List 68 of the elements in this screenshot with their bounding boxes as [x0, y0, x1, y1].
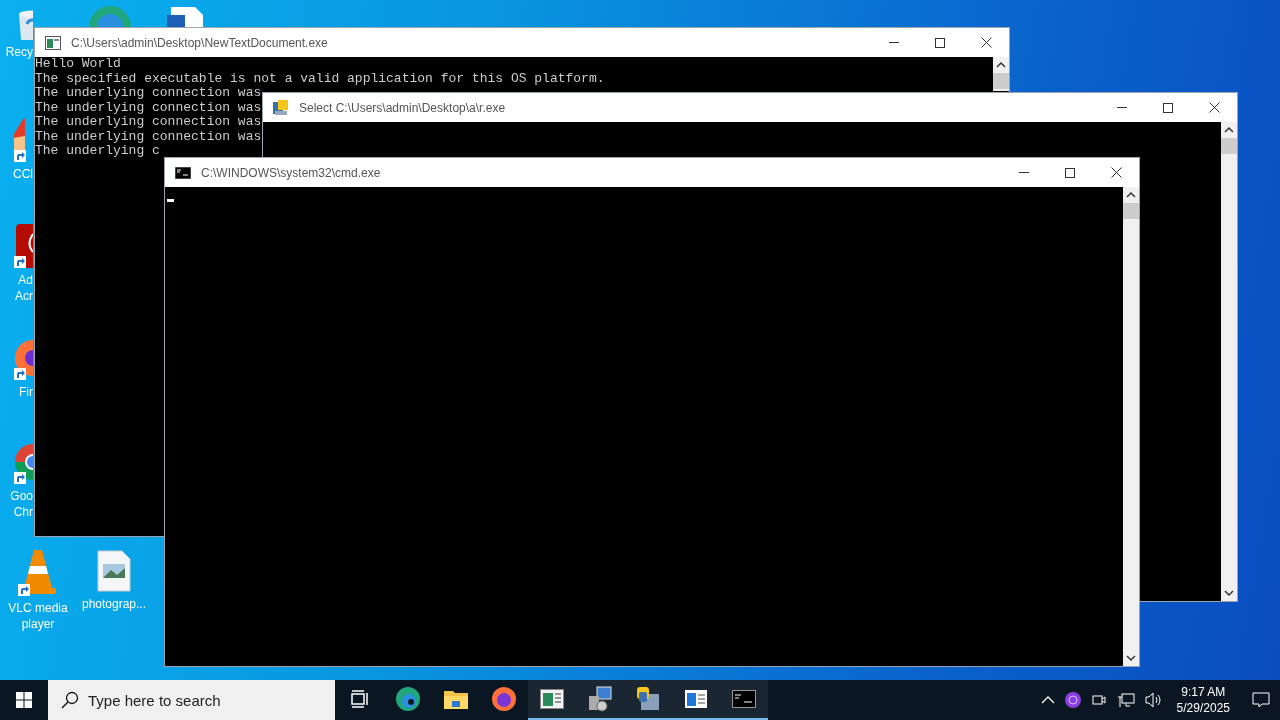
window-icon [685, 690, 707, 708]
window-app-icon [540, 689, 564, 709]
command-prompt-icon [732, 690, 756, 708]
desktop-icon-label[interactable]: Ad [18, 272, 33, 288]
shortcut-arrow-icon [14, 256, 26, 268]
maximize-icon [1065, 167, 1075, 178]
maximize-icon [1163, 102, 1173, 113]
console-line: The specified executable is not a valid application for this OS platform. [35, 71, 605, 86]
scrollbar[interactable] [1221, 122, 1237, 601]
image-file-icon[interactable] [97, 550, 131, 592]
scroll-thumb[interactable] [993, 73, 1009, 89]
scrollbar[interactable] [1123, 187, 1139, 666]
tray-app-icon[interactable] [1064, 692, 1081, 708]
window-app-icon [45, 35, 61, 50]
volume-icon[interactable] [1144, 692, 1163, 708]
minimize-icon [889, 42, 899, 43]
window-title: Select C:\Users\admin\Desktop\a\r.exe [299, 99, 506, 117]
taskbar-app-button[interactable] [528, 680, 576, 720]
desktop-icon-label[interactable]: Acr [15, 288, 33, 304]
firefox-icon [491, 686, 517, 712]
console-line: The underlying connection was [35, 86, 262, 101]
python-script-icon [635, 686, 661, 712]
desktop-icon-label[interactable]: Chr [13, 504, 33, 520]
window-title: C:\WINDOWS\system32\cmd.exe [201, 164, 381, 182]
chevron-up-icon[interactable] [1040, 696, 1055, 704]
desktop-icon-label[interactable]: photograp... [81, 596, 147, 612]
desktop-icon-label[interactable]: player [21, 616, 55, 632]
python-script-icon [273, 99, 289, 116]
windows-logo-icon [16, 692, 32, 708]
command-prompt-icon [175, 166, 191, 179]
installer-icon [587, 686, 613, 712]
console-line: The underlying connection was [35, 100, 262, 115]
console-line: The underlying connection was [35, 115, 262, 130]
minimize-icon [1019, 172, 1029, 173]
edge-icon [395, 686, 421, 712]
task-view-icon [350, 690, 370, 708]
search-field[interactable]: Type here to search [48, 680, 335, 720]
close-icon [980, 37, 992, 48]
desktop-icon-label[interactable]: Fir [19, 384, 33, 400]
maximize-icon [935, 37, 945, 48]
clock-time[interactable]: 9:17 AM [1181, 684, 1226, 700]
scrollbar[interactable] [993, 57, 1009, 91]
console-line: The underlying c [35, 144, 160, 159]
desktop-icon-label[interactable]: Recy [5, 44, 33, 60]
console-line: Hello World [35, 57, 121, 72]
notification-icon[interactable] [1252, 691, 1270, 709]
clock-date[interactable]: 5/29/2025 [1176, 700, 1230, 716]
search-icon [61, 691, 79, 709]
minimize-icon [1117, 107, 1127, 108]
close-icon [1208, 102, 1220, 113]
recycle-bin-icon[interactable] [16, 10, 33, 40]
network-icon[interactable] [1116, 692, 1135, 708]
shortcut-arrow-icon [14, 472, 26, 484]
close-icon [1110, 167, 1122, 178]
window-title: C:\Users\admin\Desktop\NewTextDocument.exe [71, 34, 328, 52]
folder-icon [444, 689, 468, 709]
console-line: The underlying connection was [35, 129, 262, 144]
scroll-thumb[interactable] [1221, 138, 1237, 154]
desktop-icon-label[interactable]: CCl [13, 166, 33, 182]
taskbar-app-button[interactable] [720, 680, 768, 720]
scroll-thumb[interactable] [1123, 203, 1139, 219]
shortcut-arrow-icon [14, 150, 26, 162]
shortcut-arrow-icon [14, 368, 26, 380]
desktop-icon-label[interactable]: VLC media [8, 600, 68, 616]
desktop-icon-label[interactable]: Goo [10, 488, 33, 504]
document-icon[interactable] [165, 7, 205, 27]
shortcut-arrow-icon [18, 584, 30, 596]
camera-icon[interactable] [1090, 692, 1107, 708]
